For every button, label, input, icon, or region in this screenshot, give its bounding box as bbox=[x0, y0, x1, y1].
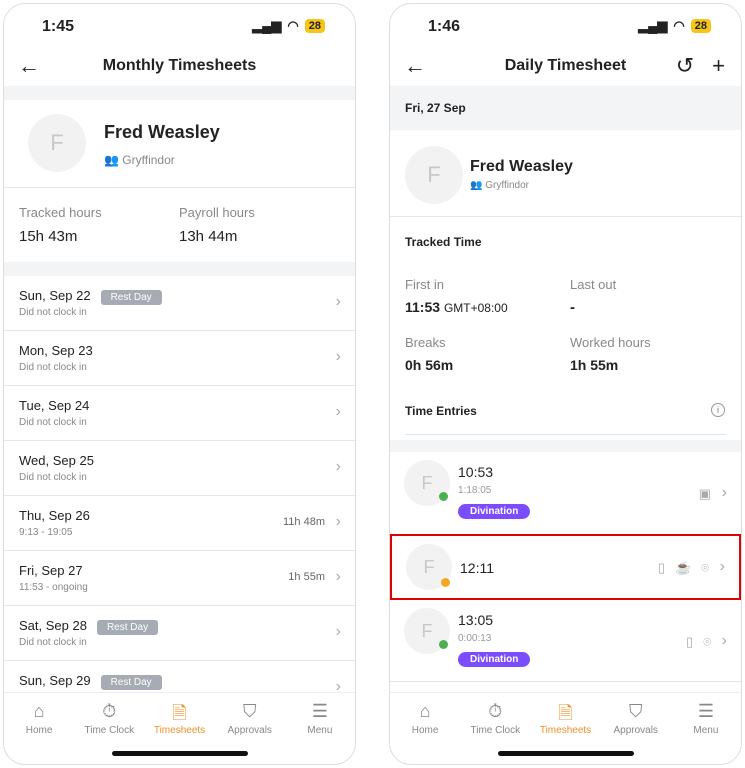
web-clock-icon: ▣ bbox=[698, 486, 711, 501]
add-button[interactable]: + bbox=[712, 53, 725, 79]
menu-icon: ☰ bbox=[697, 701, 714, 721]
shield-check-icon: ⛉ bbox=[242, 701, 257, 721]
avatar: F bbox=[28, 114, 86, 172]
last-out-value: - bbox=[570, 299, 575, 316]
group-icon: 👥 bbox=[104, 153, 123, 167]
chevron-right-icon: › bbox=[719, 558, 725, 575]
rest-day-badge: Rest Day bbox=[100, 675, 162, 690]
home-icon: ⌂ bbox=[33, 701, 45, 721]
team-label: 👥 Gryffindor bbox=[470, 180, 529, 191]
tab-home[interactable]: ⌂ Home bbox=[4, 693, 74, 747]
time-entry[interactable]: F 13:05 0:00:13 Divination ▯ ⌾ › bbox=[390, 600, 741, 682]
daily-timesheet-screen: 1:46 ▂▄▆ ◠ 28 ← Daily Timesheet ↺ + Fri, 27 … bbox=[389, 3, 742, 765]
back-button[interactable]: ← bbox=[404, 53, 426, 79]
signal-icon: ▂▄▆ bbox=[252, 18, 282, 33]
history-icon[interactable]: ↺ bbox=[676, 53, 694, 79]
day-row[interactable]: Wed, Sep 25 Did not clock in › bbox=[4, 441, 355, 496]
tab-bar: ⌂ Home ⏱ Time Clock 🗎 Timesheets ⛉ Approvals ☰ Me… bbox=[4, 692, 355, 747]
home-indicator bbox=[111, 751, 248, 756]
status-dot bbox=[439, 640, 448, 649]
wifi-icon: ◠ bbox=[287, 18, 299, 33]
day-row[interactable]: Thu, Sep 26 9:13 - 19:05 11h 48m › bbox=[4, 496, 355, 551]
monthly-timesheets-screen: 1:45 ▂▄▆ ◠ 28 ← Monthly Timesheets F Fred W… bbox=[3, 3, 356, 765]
mobile-icon: ▯ bbox=[686, 634, 694, 649]
chevron-right-icon: › bbox=[721, 632, 727, 649]
tab-time-clock[interactable]: ⏱ Time Clock bbox=[74, 693, 144, 747]
rest-day-badge: Rest Day bbox=[96, 620, 159, 635]
chevron-right-icon: › bbox=[335, 403, 341, 420]
tab-home[interactable]: ⌂ Home bbox=[390, 693, 460, 747]
battery-icon: 28 bbox=[304, 19, 325, 33]
location-pin-icon: ⌾ bbox=[703, 634, 711, 649]
tab-bar: ⌂ Home ⏱ Time Clock 🗎 Timesheets ⛉ Approvals ☰ Me… bbox=[390, 692, 741, 747]
signal-icon: ▂▄▆ bbox=[638, 18, 668, 33]
location-pin-icon: ⌾ bbox=[701, 560, 709, 575]
chevron-right-icon: › bbox=[335, 293, 341, 310]
day-row[interactable]: Fri, Sep 27 11:53 - ongoing 1h 55m › bbox=[4, 551, 355, 606]
day-row[interactable]: Sun, Sep 22 Rest Day Did not clock in › bbox=[4, 276, 355, 331]
page-title: Monthly Timesheets bbox=[102, 57, 257, 74]
first-in-value: 11:53 GMT+08:00 bbox=[405, 299, 508, 315]
home-indicator bbox=[497, 751, 634, 756]
stopwatch-icon: ⏱ bbox=[488, 701, 503, 721]
back-button[interactable]: ← bbox=[18, 53, 40, 79]
day-hours: 11h 48m bbox=[283, 516, 325, 528]
time-entry[interactable]: F 10:53 1:18:05 Divination ▣ › bbox=[390, 452, 741, 534]
stopwatch-icon: ⏱ bbox=[102, 701, 117, 721]
status-dot bbox=[441, 578, 450, 587]
tab-time-clock[interactable]: ⏱ Time Clock bbox=[460, 693, 530, 747]
menu-icon: ☰ bbox=[311, 701, 328, 721]
tab-menu[interactable]: ☰ Menu bbox=[285, 693, 355, 747]
home-icon: ⌂ bbox=[419, 701, 431, 721]
timesheet-icon: 🗎 bbox=[172, 703, 187, 723]
battery-icon: 28 bbox=[690, 19, 711, 33]
rest-day-badge: Rest Day bbox=[100, 290, 162, 305]
project-tag: Divination bbox=[458, 504, 531, 519]
breaks-value: 0h 56m bbox=[405, 357, 454, 373]
tab-approvals[interactable]: ⛉ Approvals bbox=[215, 693, 285, 747]
employee-name: Fred Weasley bbox=[104, 122, 220, 142]
worked-hours-value: 1h 55m bbox=[570, 357, 619, 373]
tab-timesheets[interactable]: 🗎 Timesheets bbox=[144, 693, 214, 747]
tracked-hours: 15h 43m bbox=[19, 228, 78, 245]
status-bar: 1:45 ▂▄▆ ◠ 28 bbox=[4, 16, 355, 40]
chevron-right-icon: › bbox=[335, 568, 341, 585]
shield-check-icon: ⛉ bbox=[628, 701, 643, 721]
payroll-hours: 13h 44m bbox=[179, 228, 238, 245]
chevron-right-icon: › bbox=[335, 623, 341, 640]
employee-name: Fred Weasley bbox=[470, 158, 573, 175]
status-dot bbox=[439, 492, 448, 501]
tab-menu[interactable]: ☰ Menu bbox=[671, 693, 741, 747]
wifi-icon: ◠ bbox=[673, 18, 685, 33]
chevron-right-icon: › bbox=[335, 458, 341, 475]
tab-approvals[interactable]: ⛉ Approvals bbox=[601, 693, 671, 747]
team-label: 👥 Gryffindor bbox=[104, 153, 175, 167]
day-row[interactable]: Sat, Sep 28 Rest Day Did not clock in › bbox=[4, 606, 355, 661]
break-coffee-icon: ☕ bbox=[675, 560, 692, 575]
chevron-right-icon: › bbox=[721, 484, 727, 501]
info-icon[interactable]: i bbox=[711, 403, 725, 417]
date-label: Fri, 27 Sep bbox=[405, 101, 466, 115]
status-bar: 1:46 ▂▄▆ ◠ 28 bbox=[390, 16, 741, 40]
day-hours: 1h 55m bbox=[288, 571, 325, 583]
tab-timesheets[interactable]: 🗎 Timesheets bbox=[530, 693, 600, 747]
group-icon: 👥 bbox=[470, 180, 486, 191]
avatar: F bbox=[405, 146, 463, 204]
day-row[interactable]: Tue, Sep 24 Did not clock in › bbox=[4, 386, 355, 441]
mobile-icon: ▯ bbox=[657, 560, 665, 575]
chevron-right-icon: › bbox=[335, 348, 341, 365]
project-tag: Divination bbox=[458, 652, 531, 667]
time-entry[interactable]: F 12:11 ▯ ☕ ⌾ › bbox=[390, 534, 741, 600]
timesheet-icon: 🗎 bbox=[558, 703, 573, 723]
page-title: Daily Timesheet bbox=[504, 57, 627, 74]
chevron-right-icon: › bbox=[335, 513, 341, 530]
day-row[interactable]: Mon, Sep 23 Did not clock in › bbox=[4, 331, 355, 386]
